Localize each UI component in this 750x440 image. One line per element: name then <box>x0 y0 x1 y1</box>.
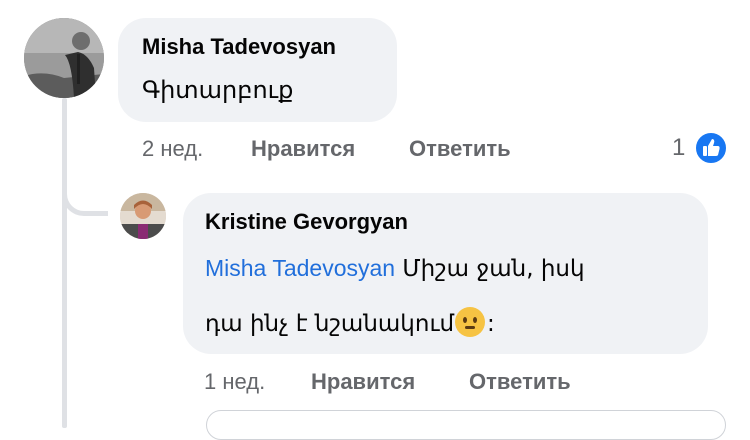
reply-bubble: Kristine Gevorgyan Misha Tadevosyan Միշա… <box>183 193 708 354</box>
avatar[interactable] <box>120 193 166 239</box>
reply-text: դա ինչ է նշանակում <box>205 311 455 337</box>
user-avatar-photo-icon <box>120 193 166 239</box>
like-button[interactable]: Нравится <box>311 369 415 395</box>
thumbs-up-icon[interactable] <box>694 131 728 165</box>
thread-line <box>62 98 67 428</box>
comment-timestamp[interactable]: 2 нед. <box>142 136 203 162</box>
reply-text-tail: : <box>487 311 495 337</box>
reaction-count[interactable]: 1 <box>672 134 685 162</box>
reply-input-edge[interactable] <box>206 410 726 440</box>
comment-text: Գիտարբուք <box>142 76 294 104</box>
user-avatar-photo-icon <box>24 18 104 98</box>
reply-button[interactable]: Ответить <box>409 136 511 162</box>
reply-button[interactable]: Ответить <box>469 369 571 395</box>
reply-text-line: դա ինչ է նշանակում: <box>205 307 495 337</box>
thinking-face-icon <box>455 307 486 337</box>
comment-bubble: Misha Tadevosyan Գիտարբուք <box>118 18 397 122</box>
reply-connector-line <box>62 180 108 216</box>
reply-timestamp[interactable]: 1 нед. <box>204 369 265 395</box>
reply-text: Միշա ջան, իսկ <box>395 256 585 282</box>
avatar[interactable] <box>24 18 104 98</box>
like-button[interactable]: Нравится <box>251 136 355 162</box>
reply-text-line: Misha Tadevosyan Միշա ջան, իսկ <box>205 255 585 282</box>
thumbs-up-glyph-icon <box>703 139 720 156</box>
reply-author[interactable]: Kristine Gevorgyan <box>205 209 408 235</box>
comment-author[interactable]: Misha Tadevosyan <box>142 34 336 60</box>
mention-link[interactable]: Misha Tadevosyan <box>205 255 395 281</box>
